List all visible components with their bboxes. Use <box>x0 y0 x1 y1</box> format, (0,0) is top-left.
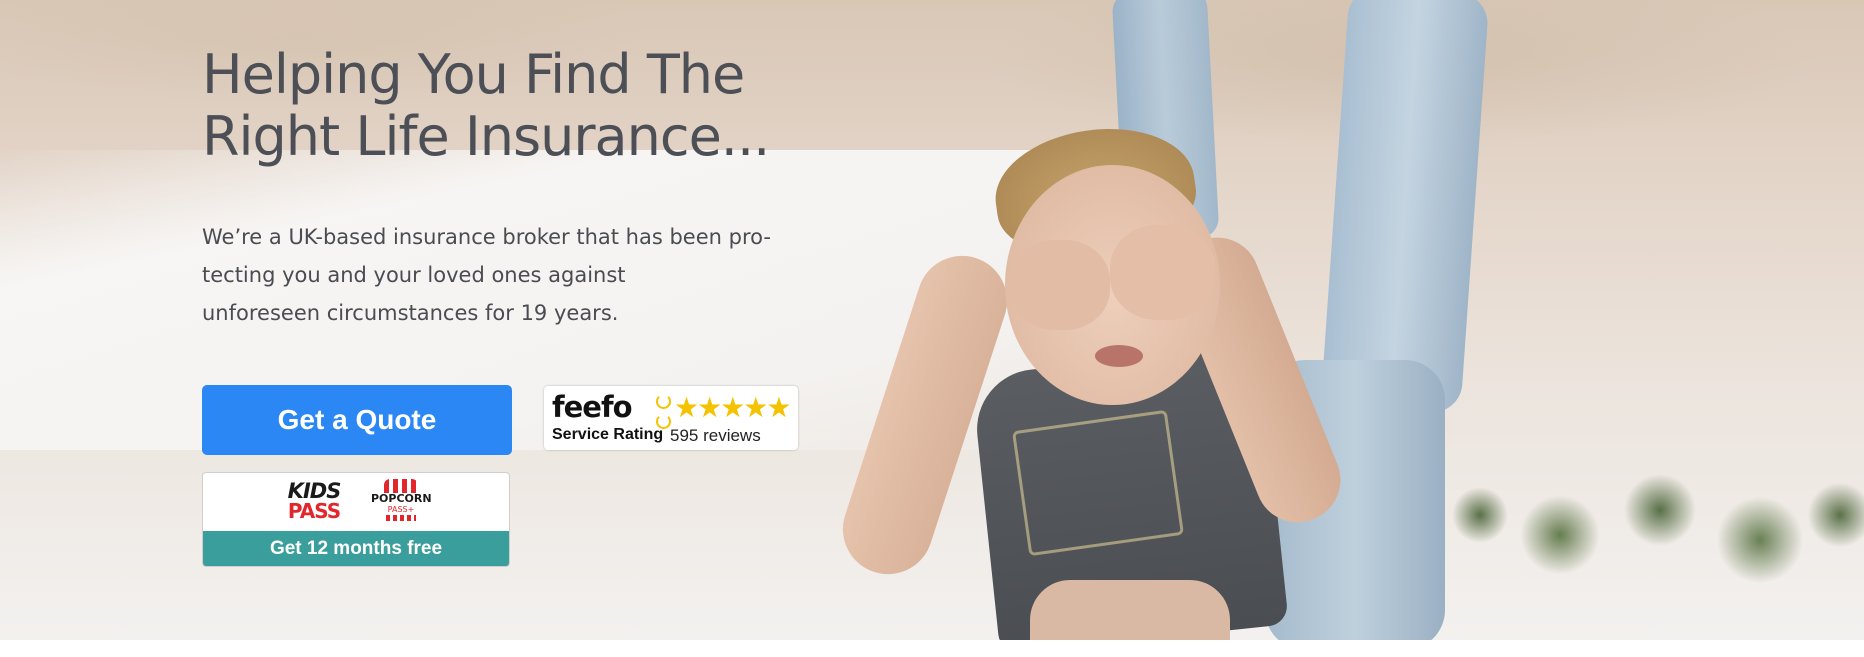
bottom-strip <box>0 640 1864 657</box>
five-star-rating-icon: ★★★★★ <box>674 392 792 423</box>
feefo-logo: feefo <box>552 390 632 424</box>
headline-line-2: Right Life Insurance... <box>202 105 770 168</box>
feefo-rating-badge[interactable]: feefo ★★★★★ Service Rating 595 reviews <box>544 386 798 450</box>
popcorn-base-icon <box>386 515 416 521</box>
child-hand-left <box>1010 240 1110 330</box>
get-a-quote-button[interactable]: Get a Quote <box>202 385 512 455</box>
popcorn-pass-logo: POPCORN PASS+ <box>371 479 432 521</box>
popcorn-box-icon <box>384 479 418 493</box>
kids-pass-logo-line-2: PASS <box>287 499 341 523</box>
kids-pass-logo: KIDS PASS <box>283 479 345 523</box>
lead-line-2: tecting you and your loved ones against <box>202 263 626 287</box>
child-mouth <box>1095 345 1143 367</box>
kids-pass-offer-label: Get 12 months free <box>203 531 509 566</box>
parent-leg-right <box>1320 0 1490 415</box>
page-headline: Helping You Find The Right Life Insurance… <box>202 44 822 168</box>
popcorn-logo-line-1: POPCORN <box>371 492 432 505</box>
kids-pass-offer[interactable]: KIDS PASS POPCORN PASS+ Get 12 months fr… <box>202 472 510 567</box>
kids-pass-logo-line-1: KIDS <box>287 479 342 503</box>
lead-line-1: We’re a UK-based insurance broker that h… <box>202 225 771 249</box>
lead-paragraph: We’re a UK-based insurance broker that h… <box>202 218 782 332</box>
lead-line-3: unforeseen circumstances for 19 years. <box>202 301 619 325</box>
popcorn-logo-line-2: PASS+ <box>387 505 415 514</box>
shirt-print <box>1011 409 1185 557</box>
trees-background <box>1420 455 1864 615</box>
feefo-service-label: Service Rating <box>552 426 664 443</box>
feefo-review-count: 595 reviews <box>670 426 761 445</box>
child-hand-right <box>1110 225 1215 320</box>
headline-line-1: Helping You Find The <box>202 43 745 106</box>
